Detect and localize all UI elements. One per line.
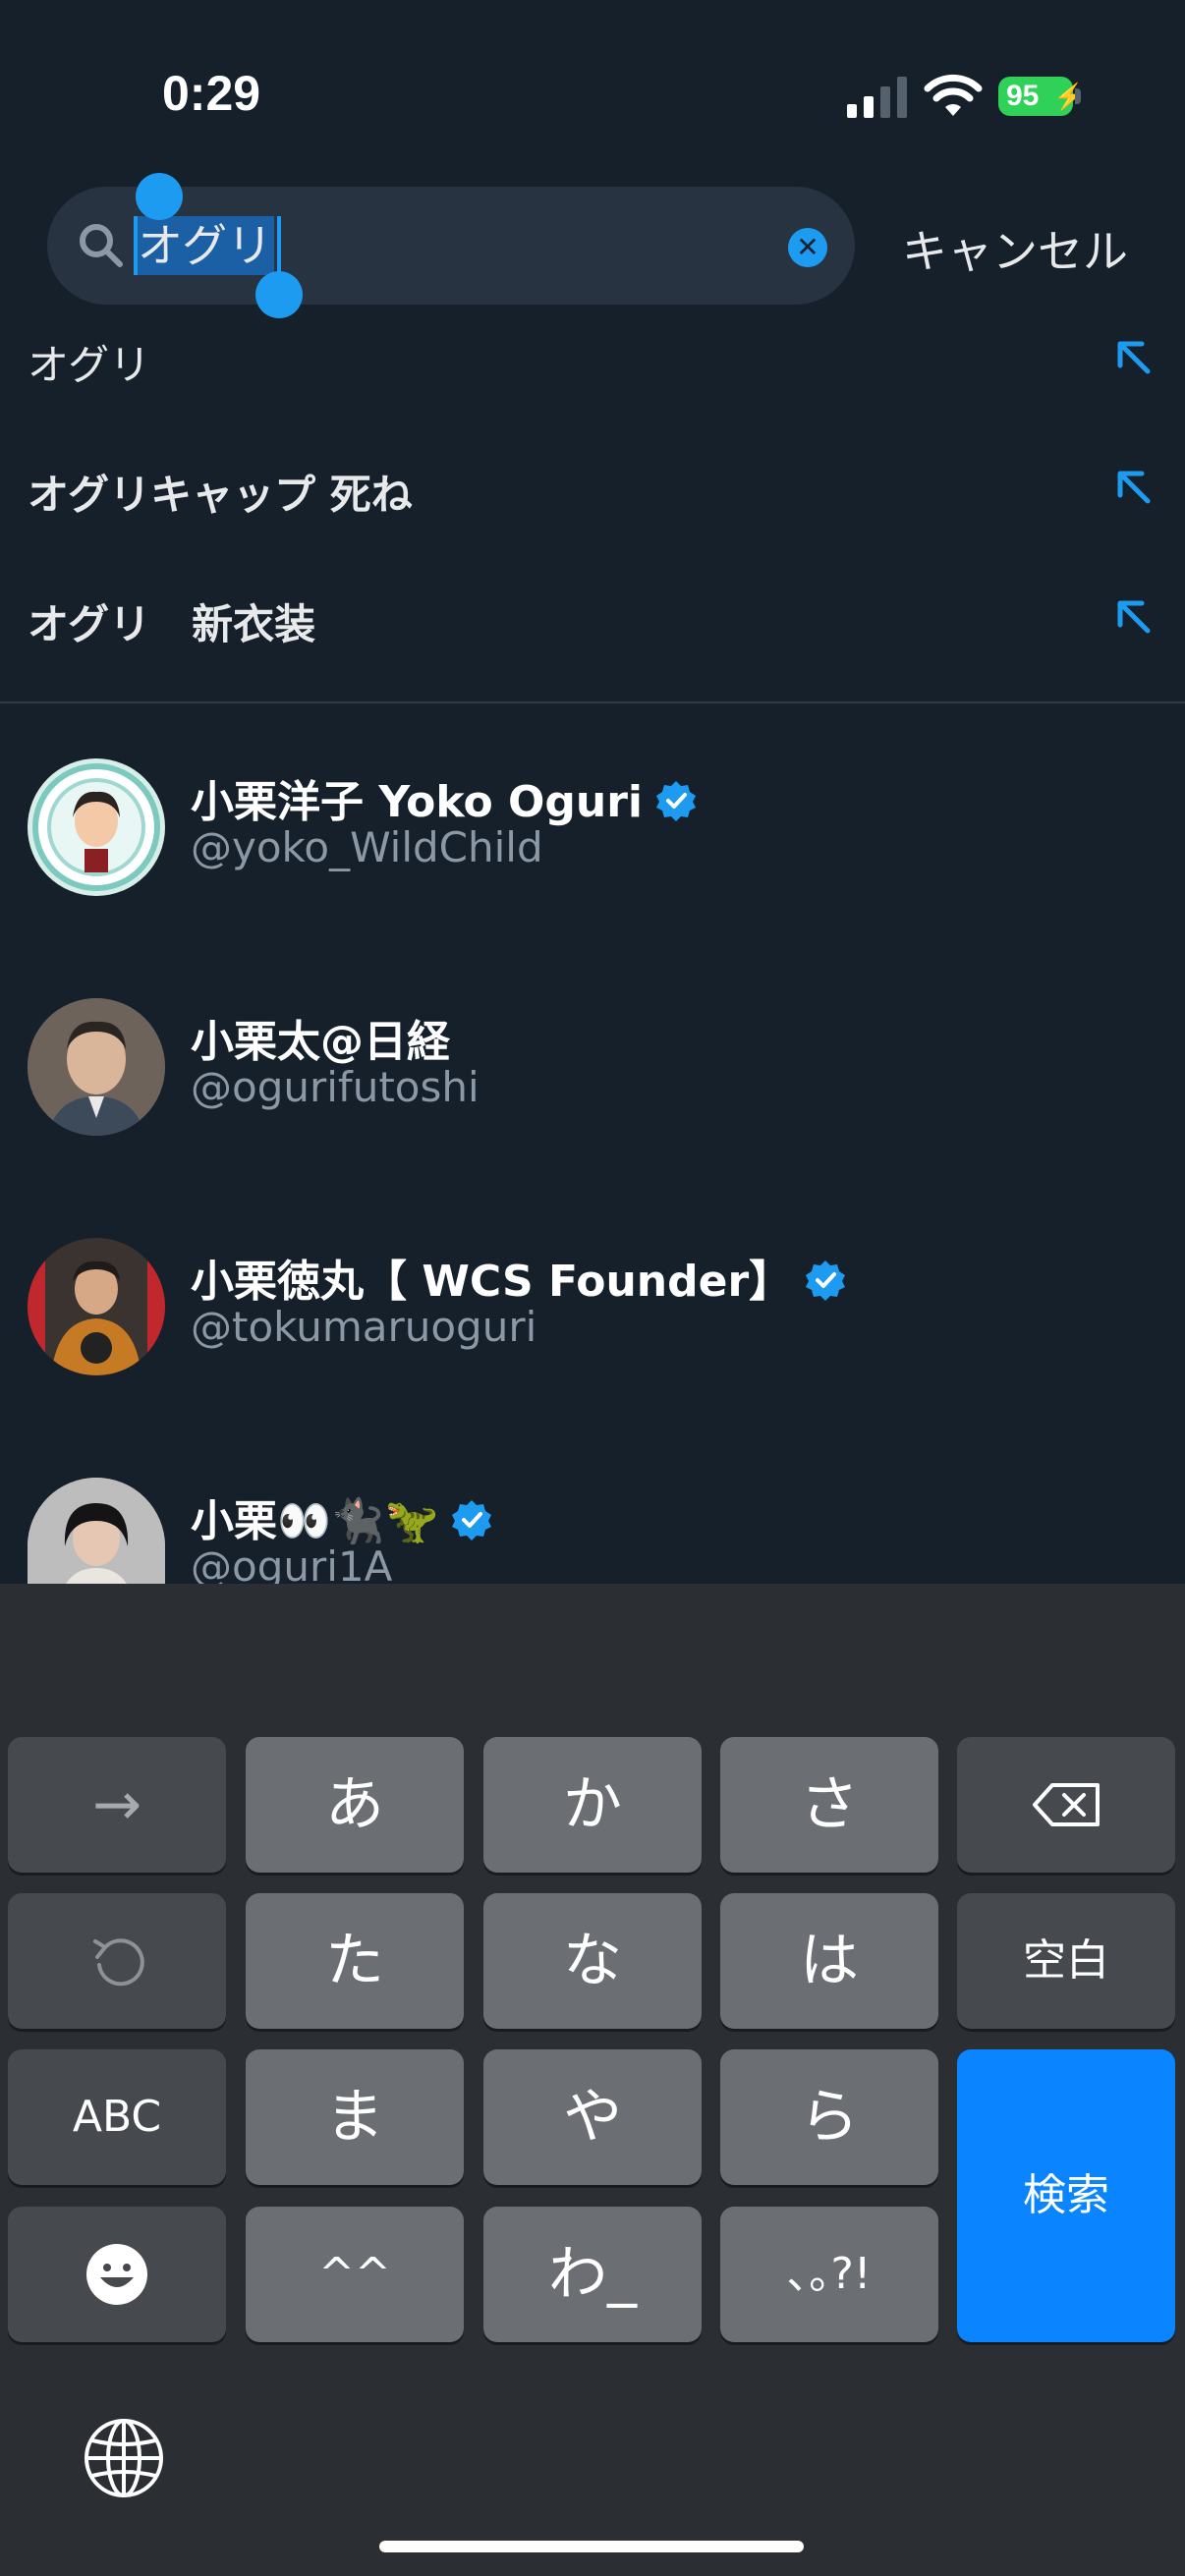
user-name-text: 小栗太@日経 — [191, 1017, 450, 1067]
key-punctuation[interactable]: ､｡?! — [720, 2207, 938, 2342]
clear-search-button[interactable]: ✕ — [788, 228, 827, 267]
selection-end-caret — [277, 216, 281, 275]
search-icon — [80, 224, 123, 267]
key-ma[interactable]: ま — [246, 2049, 464, 2185]
selection-start-caret — [134, 216, 138, 275]
suggestion-label: オグリ 新衣装 — [28, 600, 316, 648]
battery-indicator: 95 ⚡ — [998, 77, 1085, 116]
key-emoji[interactable] — [8, 2207, 226, 2342]
key-undo[interactable] — [8, 1893, 226, 2029]
undo-icon — [93, 1938, 144, 1987]
avatar — [28, 758, 165, 896]
key-na[interactable]: な — [483, 1893, 702, 2029]
key-abc[interactable]: ABC — [8, 2049, 226, 2185]
key-ya[interactable]: や — [483, 2049, 702, 2185]
battery-level: 95 — [1006, 80, 1040, 112]
suggestion-item[interactable]: オグリ 新衣装 — [0, 562, 1185, 680]
user-result[interactable]: 小栗洋子 Yoko Oguri @yoko_WildChild — [0, 758, 1185, 955]
suggestion-item[interactable]: オグリ — [0, 303, 1185, 420]
user-display-name: 小栗徳丸【 WCS Founder】 — [191, 1246, 847, 1309]
verified-badge-icon — [452, 1500, 492, 1540]
user-result[interactable]: 小栗太@日経 @ogurifutoshi — [0, 998, 1185, 1195]
user-result[interactable]: 小栗徳丸【 WCS Founder】 @tokumaruoguri — [0, 1238, 1185, 1434]
user-handle: @tokumaruoguri — [191, 1303, 537, 1351]
search-row: オグリ ✕ キャンセル — [0, 173, 1185, 318]
selection-start-handle[interactable] — [136, 173, 183, 220]
wifi-icon — [924, 74, 983, 116]
status-bar: 0:29 95 ⚡ — [0, 0, 1185, 177]
suggestion-label: オグリキャップ 死ね — [28, 471, 413, 519]
search-button[interactable]: 検索 — [957, 2049, 1175, 2342]
avatar — [28, 998, 165, 1136]
suggestion-item[interactable]: オグリキャップ 死ね — [0, 432, 1185, 550]
divider — [0, 701, 1185, 703]
key-wa[interactable]: わ_ — [483, 2207, 702, 2342]
user-name-text: 小栗徳丸【 WCS Founder】 — [191, 1257, 793, 1307]
backspace-icon — [1033, 1783, 1100, 1826]
search-input[interactable]: オグリ ✕ — [47, 173, 855, 318]
battery-tip — [1075, 88, 1081, 104]
user-name-text: 小栗👀🐈‍⬛🦖 — [191, 1496, 439, 1546]
avatar — [28, 1238, 165, 1375]
cellular-signal-icon — [847, 77, 907, 118]
home-indicator[interactable] — [379, 2541, 804, 2552]
key-ta[interactable]: た — [246, 1893, 464, 2029]
key-next[interactable]: → — [8, 1737, 226, 1873]
user-display-name: 小栗洋子 Yoko Oguri — [191, 766, 698, 829]
emoji-icon — [86, 2244, 147, 2305]
globe-icon[interactable] — [83, 2417, 165, 2499]
key-backspace[interactable] — [957, 1737, 1175, 1873]
key-ka[interactable]: か — [483, 1737, 702, 1873]
search-query-text[interactable]: オグリ — [136, 216, 275, 275]
suggestion-label: オグリ — [28, 341, 151, 389]
user-name-text: 小栗洋子 Yoko Oguri — [191, 777, 644, 827]
user-handle: @ogurifutoshi — [191, 1063, 480, 1111]
fill-query-arrow-icon[interactable] — [1108, 591, 1157, 641]
key-a[interactable]: あ — [246, 1737, 464, 1873]
user-handle: @yoko_WildChild — [191, 823, 543, 871]
verified-badge-icon — [806, 1260, 846, 1301]
fill-query-arrow-icon[interactable] — [1108, 332, 1157, 381]
key-ra[interactable]: ら — [720, 2049, 938, 2185]
key-kaomoji[interactable]: ^^ — [246, 2207, 464, 2342]
cancel-button[interactable]: キャンセル — [902, 216, 1128, 281]
user-display-name: 小栗👀🐈‍⬛🦖 — [191, 1485, 493, 1548]
verified-badge-icon — [656, 781, 697, 821]
fill-query-arrow-icon[interactable] — [1108, 462, 1157, 511]
key-space[interactable]: 空白 — [957, 1893, 1175, 2029]
key-ha[interactable]: は — [720, 1893, 938, 2029]
user-display-name: 小栗太@日経 — [191, 1006, 450, 1069]
key-sa[interactable]: さ — [720, 1737, 938, 1873]
status-time: 0:29 — [162, 66, 261, 121]
avatar — [28, 1478, 165, 1584]
